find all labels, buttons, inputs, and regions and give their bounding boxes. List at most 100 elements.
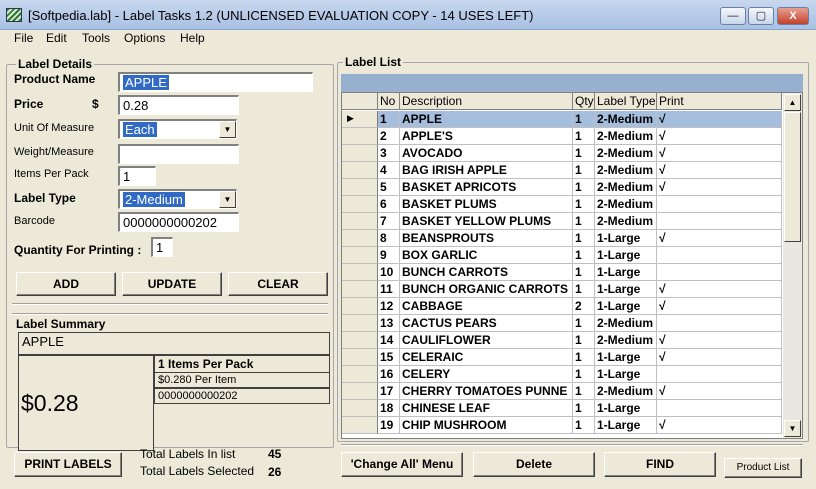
cell-print[interactable]: √ bbox=[657, 179, 782, 196]
cell-no[interactable]: 9 bbox=[378, 247, 400, 264]
cell-description[interactable]: APPLE'S bbox=[400, 128, 573, 145]
row-selector[interactable]: ▶ bbox=[342, 111, 378, 128]
clear-button[interactable]: CLEAR bbox=[228, 272, 328, 296]
menu-tools[interactable]: Tools bbox=[82, 31, 110, 45]
scroll-up-button[interactable]: ▲ bbox=[784, 94, 801, 111]
row-selector[interactable] bbox=[342, 213, 378, 230]
cell-print[interactable]: √ bbox=[657, 128, 782, 145]
cell-label-type[interactable]: 2-Medium bbox=[595, 213, 657, 230]
cell-no[interactable]: 13 bbox=[378, 315, 400, 332]
cell-no[interactable]: 7 bbox=[378, 213, 400, 230]
row-selector[interactable] bbox=[342, 332, 378, 349]
close-button[interactable]: X bbox=[777, 7, 809, 25]
quantity-input[interactable]: 1 bbox=[151, 237, 173, 257]
cell-no[interactable]: 17 bbox=[378, 383, 400, 400]
cell-description[interactable]: CHIP MUSHROOM bbox=[400, 417, 573, 434]
cell-label-type[interactable]: 2-Medium bbox=[595, 315, 657, 332]
cell-label-type[interactable]: 2-Medium bbox=[595, 179, 657, 196]
cell-label-type[interactable]: 2-Medium bbox=[595, 145, 657, 162]
row-selector[interactable] bbox=[342, 315, 378, 332]
cell-print[interactable] bbox=[657, 400, 782, 417]
weight-measure-input[interactable] bbox=[118, 144, 239, 164]
cell-print[interactable] bbox=[657, 213, 782, 230]
cell-print[interactable]: √ bbox=[657, 145, 782, 162]
cell-label-type[interactable]: 1-Large bbox=[595, 366, 657, 383]
cell-no[interactable]: 19 bbox=[378, 417, 400, 434]
unit-of-measure-combo[interactable]: Each ▼ bbox=[118, 119, 237, 139]
table-row[interactable]: 8 BEANSPROUTS 1 1-Large √ bbox=[342, 230, 782, 247]
cell-description[interactable]: BASKET APRICOTS bbox=[400, 179, 573, 196]
cell-qty[interactable]: 1 bbox=[573, 162, 595, 179]
menu-help[interactable]: Help bbox=[180, 31, 205, 45]
cell-print[interactable] bbox=[657, 196, 782, 213]
menu-file[interactable]: File bbox=[14, 31, 33, 45]
cell-print[interactable] bbox=[657, 264, 782, 281]
cell-no[interactable]: 18 bbox=[378, 400, 400, 417]
cell-no[interactable]: 11 bbox=[378, 281, 400, 298]
table-row[interactable]: ▶ 1 APPLE 1 2-Medium √ bbox=[342, 111, 782, 128]
table-row[interactable]: 12 CABBAGE 2 1-Large √ bbox=[342, 298, 782, 315]
cell-description[interactable]: CELERAIC bbox=[400, 349, 573, 366]
cell-qty[interactable]: 1 bbox=[573, 281, 595, 298]
cell-qty[interactable]: 1 bbox=[573, 264, 595, 281]
cell-qty[interactable]: 1 bbox=[573, 179, 595, 196]
cell-description[interactable]: CABBAGE bbox=[400, 298, 573, 315]
cell-qty[interactable]: 2 bbox=[573, 298, 595, 315]
cell-no[interactable]: 1 bbox=[378, 111, 400, 128]
row-selector[interactable] bbox=[342, 298, 378, 315]
cell-label-type[interactable]: 1-Large bbox=[595, 281, 657, 298]
cell-print[interactable] bbox=[657, 366, 782, 383]
row-selector[interactable] bbox=[342, 349, 378, 366]
cell-no[interactable]: 6 bbox=[378, 196, 400, 213]
cell-description[interactable]: BEANSPROUTS bbox=[400, 230, 573, 247]
cell-no[interactable]: 5 bbox=[378, 179, 400, 196]
table-row[interactable]: 11 BUNCH ORGANIC CARROTS 1 1-Large √ bbox=[342, 281, 782, 298]
vertical-scrollbar[interactable]: ▲ ▼ bbox=[783, 93, 802, 438]
cell-label-type[interactable]: 2-Medium bbox=[595, 162, 657, 179]
table-row[interactable]: 7 BASKET YELLOW PLUMS 1 2-Medium bbox=[342, 213, 782, 230]
cell-description[interactable]: CELERY bbox=[400, 366, 573, 383]
cell-no[interactable]: 3 bbox=[378, 145, 400, 162]
cell-print[interactable]: √ bbox=[657, 230, 782, 247]
col-header-description[interactable]: Description bbox=[400, 93, 573, 110]
cell-qty[interactable]: 1 bbox=[573, 196, 595, 213]
table-row[interactable]: 5 BASKET APRICOTS 1 2-Medium √ bbox=[342, 179, 782, 196]
cell-no[interactable]: 12 bbox=[378, 298, 400, 315]
cell-print[interactable]: √ bbox=[657, 332, 782, 349]
row-selector[interactable] bbox=[342, 281, 378, 298]
table-row[interactable]: 13 CACTUS PEARS 1 2-Medium bbox=[342, 315, 782, 332]
cell-print[interactable]: √ bbox=[657, 417, 782, 434]
cell-print[interactable]: √ bbox=[657, 281, 782, 298]
cell-no[interactable]: 8 bbox=[378, 230, 400, 247]
chevron-down-icon[interactable]: ▼ bbox=[219, 191, 236, 208]
find-button[interactable]: FIND bbox=[604, 452, 716, 477]
row-selector[interactable] bbox=[342, 366, 378, 383]
menu-options[interactable]: Options bbox=[124, 31, 165, 45]
cell-no[interactable]: 2 bbox=[378, 128, 400, 145]
chevron-down-icon[interactable]: ▼ bbox=[219, 121, 236, 138]
cell-no[interactable]: 16 bbox=[378, 366, 400, 383]
cell-qty[interactable]: 1 bbox=[573, 383, 595, 400]
row-selector[interactable] bbox=[342, 162, 378, 179]
product-list-button[interactable]: Product List bbox=[724, 458, 802, 478]
cell-qty[interactable]: 1 bbox=[573, 213, 595, 230]
table-row[interactable]: 16 CELERY 1 1-Large bbox=[342, 366, 782, 383]
cell-qty[interactable]: 1 bbox=[573, 400, 595, 417]
cell-label-type[interactable]: 1-Large bbox=[595, 230, 657, 247]
cell-print[interactable] bbox=[657, 247, 782, 264]
cell-description[interactable]: BOX GARLIC bbox=[400, 247, 573, 264]
col-header-label-type[interactable]: Label Type bbox=[595, 93, 657, 110]
product-name-input[interactable]: APPLE bbox=[118, 72, 313, 92]
scroll-down-button[interactable]: ▼ bbox=[784, 420, 801, 437]
cell-label-type[interactable]: 1-Large bbox=[595, 298, 657, 315]
cell-no[interactable]: 10 bbox=[378, 264, 400, 281]
cell-print[interactable]: √ bbox=[657, 383, 782, 400]
cell-description[interactable]: CHERRY TOMATOES PUNNE bbox=[400, 383, 573, 400]
update-button[interactable]: UPDATE bbox=[122, 272, 222, 296]
row-selector[interactable] bbox=[342, 264, 378, 281]
cell-description[interactable]: CACTUS PEARS bbox=[400, 315, 573, 332]
table-row[interactable]: 3 AVOCADO 1 2-Medium √ bbox=[342, 145, 782, 162]
menu-edit[interactable]: Edit bbox=[46, 31, 67, 45]
label-type-combo[interactable]: 2-Medium ▼ bbox=[118, 189, 237, 209]
row-selector[interactable] bbox=[342, 230, 378, 247]
